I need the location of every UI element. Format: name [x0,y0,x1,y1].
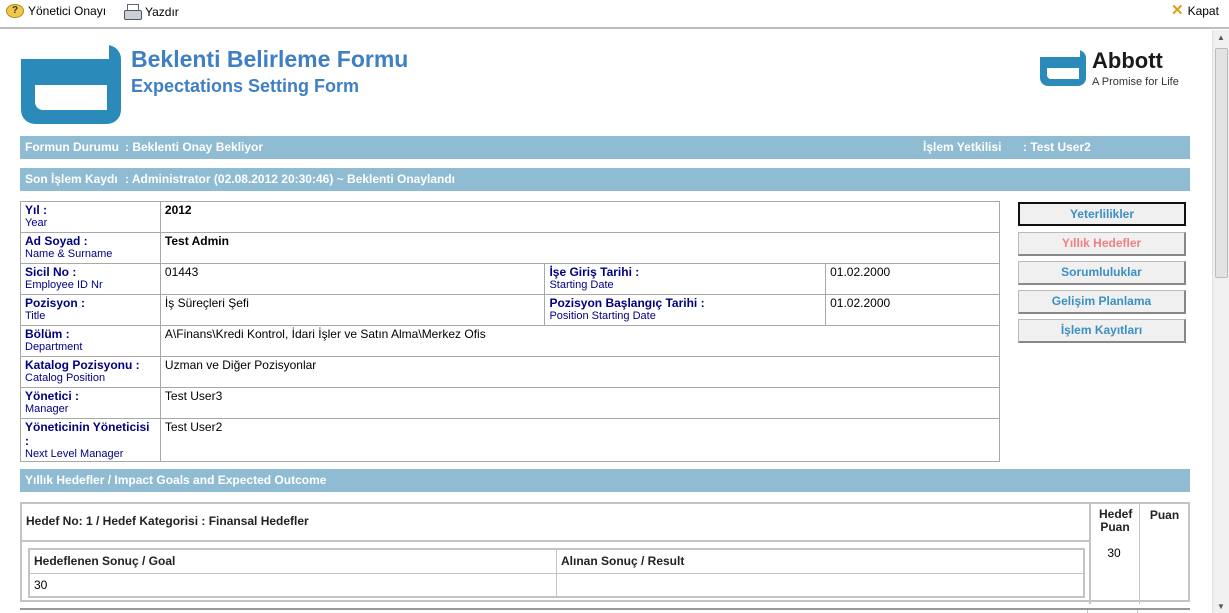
position-start-sublabel: Position Starting Date [549,310,656,322]
next-manager-sublabel: Next Level Manager [25,448,124,460]
sicil-sublabel: Employee ID Nr [25,279,103,291]
manager-label: Yönetici : [25,389,80,403]
goal-header: Hedef No: 1 / Hedef Kategorisi : Finansa… [22,504,1089,542]
sicil-label: Sicil No : [25,265,77,279]
position-label: Pozisyon : [25,296,86,310]
scrollbar-thumb[interactable] [1215,48,1228,278]
close-x-icon: ✕ [1171,2,1184,19]
table-row: Sicil No : Employee ID Nr 01443 İşe Giriş… [20,263,1000,295]
vertical-scrollbar[interactable]: ▲ ▼ [1212,30,1229,613]
position-start-label: Pozisyon Başlangıç Tarihi : [549,296,705,310]
goal-column-header: Hedeflenen Sonuç / Goal [28,548,557,574]
printer-icon [123,4,142,20]
target-points-value: 30 [1107,546,1121,560]
form-status-label: Formun Durumu [25,140,119,154]
employee-info-table: Yıl : Year 2012 Ad Soyad : Name & Surname … [20,201,1001,462]
table-row: Pozisyon : Title İş Süreçleri Şefi Pozisy… [20,294,1000,326]
table-row: Yıl : Year 2012 [20,201,1001,233]
form-status-value: : Beklenti Onay Bekliyor [125,140,264,154]
next-manager-value: Test User2 [159,418,1001,462]
next-manager-label: Yöneticinin Yöneticisi : [25,420,150,448]
year-label: Yıl : [25,203,48,217]
year-value: 2012 [159,201,1001,233]
catalog-value: Uzman ve Diğer Pozisyonlar [159,356,1001,388]
print-button[interactable]: Yazdır [123,4,179,20]
result-value [556,572,1085,598]
close-label: Kapat [1187,4,1219,18]
department-value: A\Finans\Kredi Kontrol, İdari İşler ve S… [159,325,1001,357]
page-subtitle: Expectations Setting Form [131,76,360,96]
competencies-button[interactable]: Yeterlilikler [1018,202,1186,226]
goal-result-table: Hedeflenen Sonuç / Goal Alınan Sonuç / R… [28,548,1085,598]
abbott-mark-icon [1040,50,1086,86]
table-row: Yönetici : Manager Test User3 [20,387,1001,419]
goals-section-bar: Yıllık Hedefler / Impact Goals and Expec… [20,469,1190,492]
brand-tagline: A Promise for Life [1092,76,1179,88]
goal-value: 30 [28,572,557,598]
start-date-value: 01.02.2000 [825,263,1000,295]
brand-name: Abbott [1092,48,1163,73]
position-start-value: 01.02.2000 [825,294,1000,326]
result-column-header: Alınan Sonuç / Result [556,548,1085,574]
abbott-logo-large [21,45,121,124]
form-status-bar: Formun Durumu : Beklenti Onay Bekliyor İ… [20,136,1190,159]
start-date-sublabel: Starting Date [549,279,614,291]
authority-label: İşlem Yetkilisi [923,140,1002,154]
table-row: Bölüm : Department A\Finans\Kredi Kontrol… [20,325,1001,357]
manager-sublabel: Manager [25,403,69,415]
development-planning-button[interactable]: Gelişim Planlama [1018,290,1186,314]
question-icon: ? [6,4,24,18]
table-row: 30 [28,572,1085,598]
goals-section-title: Yıllık Hedefler / Impact Goals and Expec… [25,473,327,487]
table-row: Ad Soyad : Name & Surname Test Admin [20,232,1001,264]
position-sublabel: Title [25,310,46,322]
form-content: Beklenti Belirleme Formu Expectations Se… [0,30,1212,613]
catalog-label: Katalog Pozisyonu : [25,358,140,372]
close-button[interactable]: ✕ Kapat [1171,2,1219,19]
manager-value: Test User3 [159,387,1001,419]
start-date-label: İşe Giriş Tarihi : [549,265,640,279]
scroll-up-icon[interactable]: ▲ [1217,33,1225,42]
scroll-down-icon[interactable]: ▼ [1217,602,1225,611]
catalog-sublabel: Catalog Position [25,372,106,384]
points-header: Puan [1139,504,1189,604]
last-log-bar: Son İşlem Kaydı : Administrator (02.08.2… [20,168,1190,191]
responsibilities-button[interactable]: Sorumluluklar [1018,261,1186,285]
name-sublabel: Name & Surname [25,248,113,260]
transaction-logs-button[interactable]: İşlem Kayıtları [1018,319,1186,343]
name-label: Ad Soyad : [25,234,88,248]
last-log-label: Son İşlem Kaydı [25,172,118,186]
department-label: Bölüm : [25,327,70,341]
table-row: Hedeflenen Sonuç / Goal Alınan Sonuç / R… [28,548,1085,574]
position-value: İş Süreçleri Şefi [159,294,546,326]
department-sublabel: Department [25,341,83,353]
approve-button[interactable]: ? Yönetici Onayı [6,4,106,18]
last-log-value: : Administrator (02.08.2012 20:30:46) ~ … [125,172,456,186]
toolbar: ? Yönetici Onayı Yazdır ✕ Kapat [0,0,1229,29]
page-title: Beklenti Belirleme Formu [131,46,409,72]
sicil-value: 01443 [159,263,546,295]
approve-label: Yönetici Onayı [28,4,107,18]
table-row: Yöneticinin Yöneticisi : Next Level Manag… [20,418,1001,462]
table-row: Katalog Pozisyonu : Catalog Position Uzma… [20,356,1001,388]
brand-logo: Abbott A Promise for Life [1040,50,1179,88]
authority-value: : Test User2 [1023,140,1091,154]
name-value: Test Admin [159,232,1001,264]
print-label: Yazdır [145,5,179,19]
goal-card: Hedef No: 1 / Hedef Kategorisi : Finansa… [20,502,1190,604]
year-sublabel: Year [25,217,48,229]
next-goal-card [20,608,1190,613]
annual-goals-button[interactable]: Yıllık Hedefler [1018,232,1186,256]
